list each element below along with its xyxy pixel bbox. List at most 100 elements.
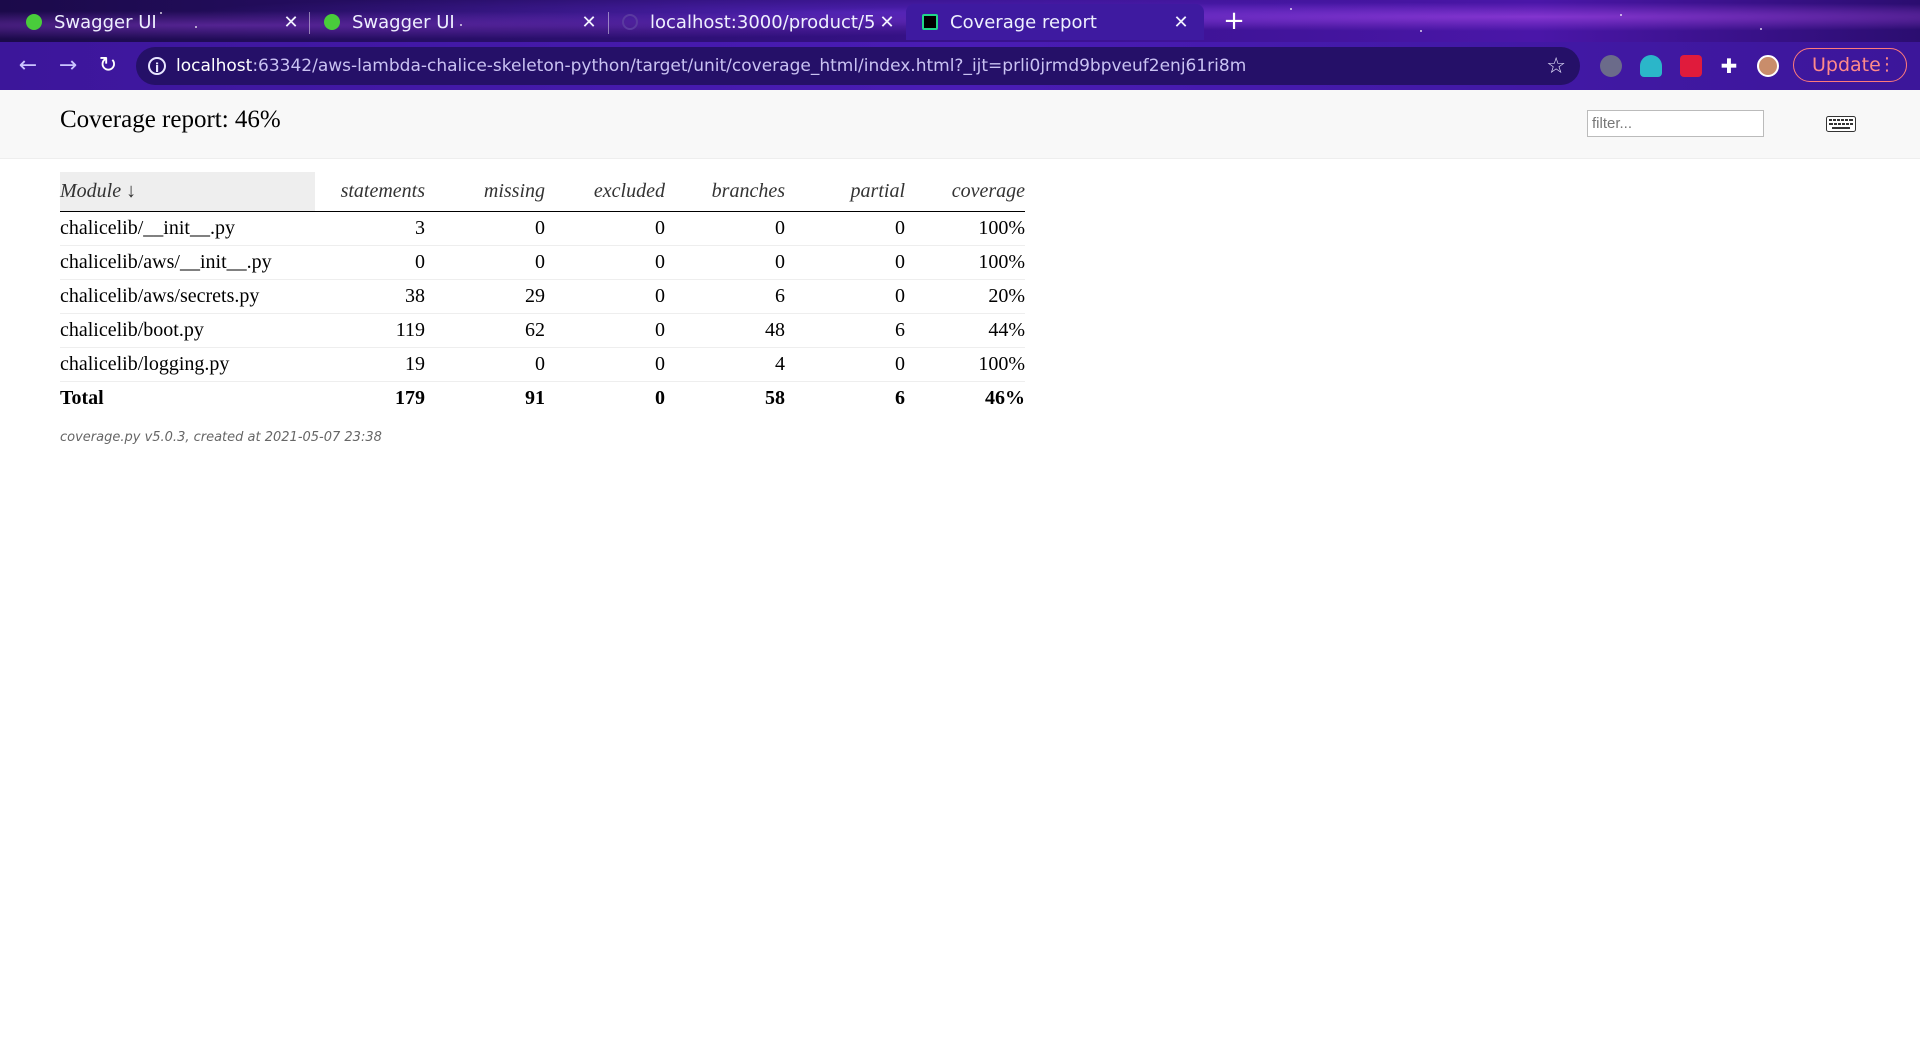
module-link[interactable]: chalicelib/boot.py [60,313,315,348]
extension-cloud-icon[interactable] [1640,55,1662,77]
tab-title: Coverage report [950,11,1097,33]
column-header-module[interactable]: Module ↓ [60,172,315,212]
new-tab-button[interactable]: + [1222,7,1246,35]
cell-branches: 4 [665,347,785,382]
close-icon[interactable]: ✕ [1170,12,1192,33]
extension-red-icon[interactable] [1680,55,1702,77]
coverage-table: Module ↓ statements missing excluded bra… [60,172,1025,415]
column-header-excluded[interactable]: excluded [545,172,665,212]
column-header-statements[interactable]: statements [315,172,425,212]
keyboard-icon[interactable] [1826,116,1856,132]
extensions-puzzle-icon[interactable]: ✚ [1718,55,1740,77]
reload-icon[interactable]: ↻ [94,52,122,80]
address-bar[interactable]: i localhost:63342/aws-lambda-chalice-ske… [136,47,1580,85]
footer-note: coverage.py v5.0.3, created at 2021-05-0… [60,430,382,445]
tab-swagger-2[interactable]: Swagger UI ✕ [324,4,600,40]
cell-partial: 0 [785,279,905,314]
module-link[interactable]: chalicelib/__init__.py [60,211,315,246]
close-icon[interactable]: ✕ [876,12,898,33]
cell-coverage: 100% [905,211,1025,246]
menu-dots-icon[interactable]: ⋮ [1878,49,1896,81]
module-link[interactable]: chalicelib/aws/secrets.py [60,279,315,314]
column-header-partial[interactable]: partial [785,172,905,212]
decor-star [1420,30,1422,32]
swagger-icon [324,14,340,30]
forward-arrow-icon[interactable]: → [54,52,82,80]
cell-excluded: 0 [545,347,665,382]
cell-missing: 62 [425,313,545,348]
extension-gear-icon[interactable] [1600,55,1622,77]
module-link[interactable]: chalicelib/logging.py [60,347,315,382]
report-header: Coverage report: 46% [0,90,1920,159]
decor-star [1620,14,1622,16]
pycharm-icon [922,14,938,30]
cell-missing: 0 [425,211,545,246]
table-row: chalicelib/aws/__init__.py 0 0 0 0 0 100… [60,245,1025,280]
cell-excluded: 0 [545,245,665,280]
cell-branches: 6 [665,279,785,314]
cell-statements: 119 [315,313,425,348]
tab-title: Swagger UI [54,11,157,33]
cell-coverage: 100% [905,347,1025,382]
tab-localhost-product[interactable]: localhost:3000/product/5 ✕ [622,4,898,40]
total-coverage: 46% [985,387,1025,409]
cell-partial: 0 [785,347,905,382]
total-missing: 91 [525,387,545,409]
url-host: localhost [176,56,253,76]
decor-star [1760,28,1762,30]
decor-star [1290,8,1292,10]
swagger-icon [26,14,42,30]
update-label: Update [1812,54,1881,76]
cell-statements: 38 [315,279,425,314]
cell-missing: 29 [425,279,545,314]
cell-statements: 3 [315,211,425,246]
cell-excluded: 0 [545,313,665,348]
cell-branches: 0 [665,211,785,246]
update-button[interactable]: Update ⋮ [1793,48,1907,82]
close-icon[interactable]: ✕ [578,12,600,33]
cell-missing: 0 [425,347,545,382]
cell-excluded: 0 [545,279,665,314]
tab-separator [608,12,609,34]
url-path: :63342/aws-lambda-chalice-skeleton-pytho… [252,56,1247,76]
tab-separator [309,12,310,34]
info-icon[interactable]: i [148,57,166,75]
cell-coverage: 20% [905,279,1025,314]
table-row: chalicelib/boot.py 119 62 0 48 6 44% [60,313,1025,348]
filter-input[interactable] [1587,110,1764,137]
total-excluded: 0 [655,387,665,409]
total-row: Total 179 91 0 58 6 46% [60,382,1025,416]
column-header-coverage[interactable]: coverage [905,172,1025,212]
tab-title: localhost:3000/product/5 [650,11,876,33]
table-row: chalicelib/__init__.py 3 0 0 0 0 100% [60,211,1025,246]
table-header-row: Module ↓ statements missing excluded bra… [60,172,1025,212]
total-statements: 179 [395,387,425,409]
bookmark-star-icon[interactable]: ☆ [1546,54,1566,79]
back-arrow-icon[interactable]: ← [14,52,42,80]
cell-coverage: 44% [905,313,1025,348]
profile-avatar[interactable] [1757,55,1779,77]
cell-branches: 0 [665,245,785,280]
column-header-missing[interactable]: missing [425,172,545,212]
cell-excluded: 0 [545,211,665,246]
cell-partial: 0 [785,211,905,246]
cell-coverage: 100% [905,245,1025,280]
total-label: Total [60,387,104,409]
total-branches: 58 [765,387,785,409]
table-row: chalicelib/aws/secrets.py 38 29 0 6 0 20… [60,279,1025,314]
table-row: chalicelib/logging.py 19 0 0 4 0 100% [60,347,1025,382]
cell-branches: 48 [665,313,785,348]
cell-partial: 6 [785,313,905,348]
tab-strip: Swagger UI ✕ Swagger UI ✕ localhost:3000… [0,0,1920,42]
cell-partial: 0 [785,245,905,280]
module-link[interactable]: chalicelib/aws/__init__.py [60,245,315,280]
tab-coverage-report[interactable]: Coverage report ✕ [906,4,1204,40]
total-partial: 6 [895,387,905,409]
column-header-branches[interactable]: branches [665,172,785,212]
tab-title: Swagger UI [352,11,455,33]
close-icon[interactable]: ✕ [280,12,302,33]
tab-swagger-1[interactable]: Swagger UI ✕ [26,4,302,40]
page-title: Coverage report: 46% [60,106,281,133]
globe-icon [622,14,638,30]
browser-toolbar: ← → ↻ i localhost:63342/aws-lambda-chali… [0,42,1920,90]
